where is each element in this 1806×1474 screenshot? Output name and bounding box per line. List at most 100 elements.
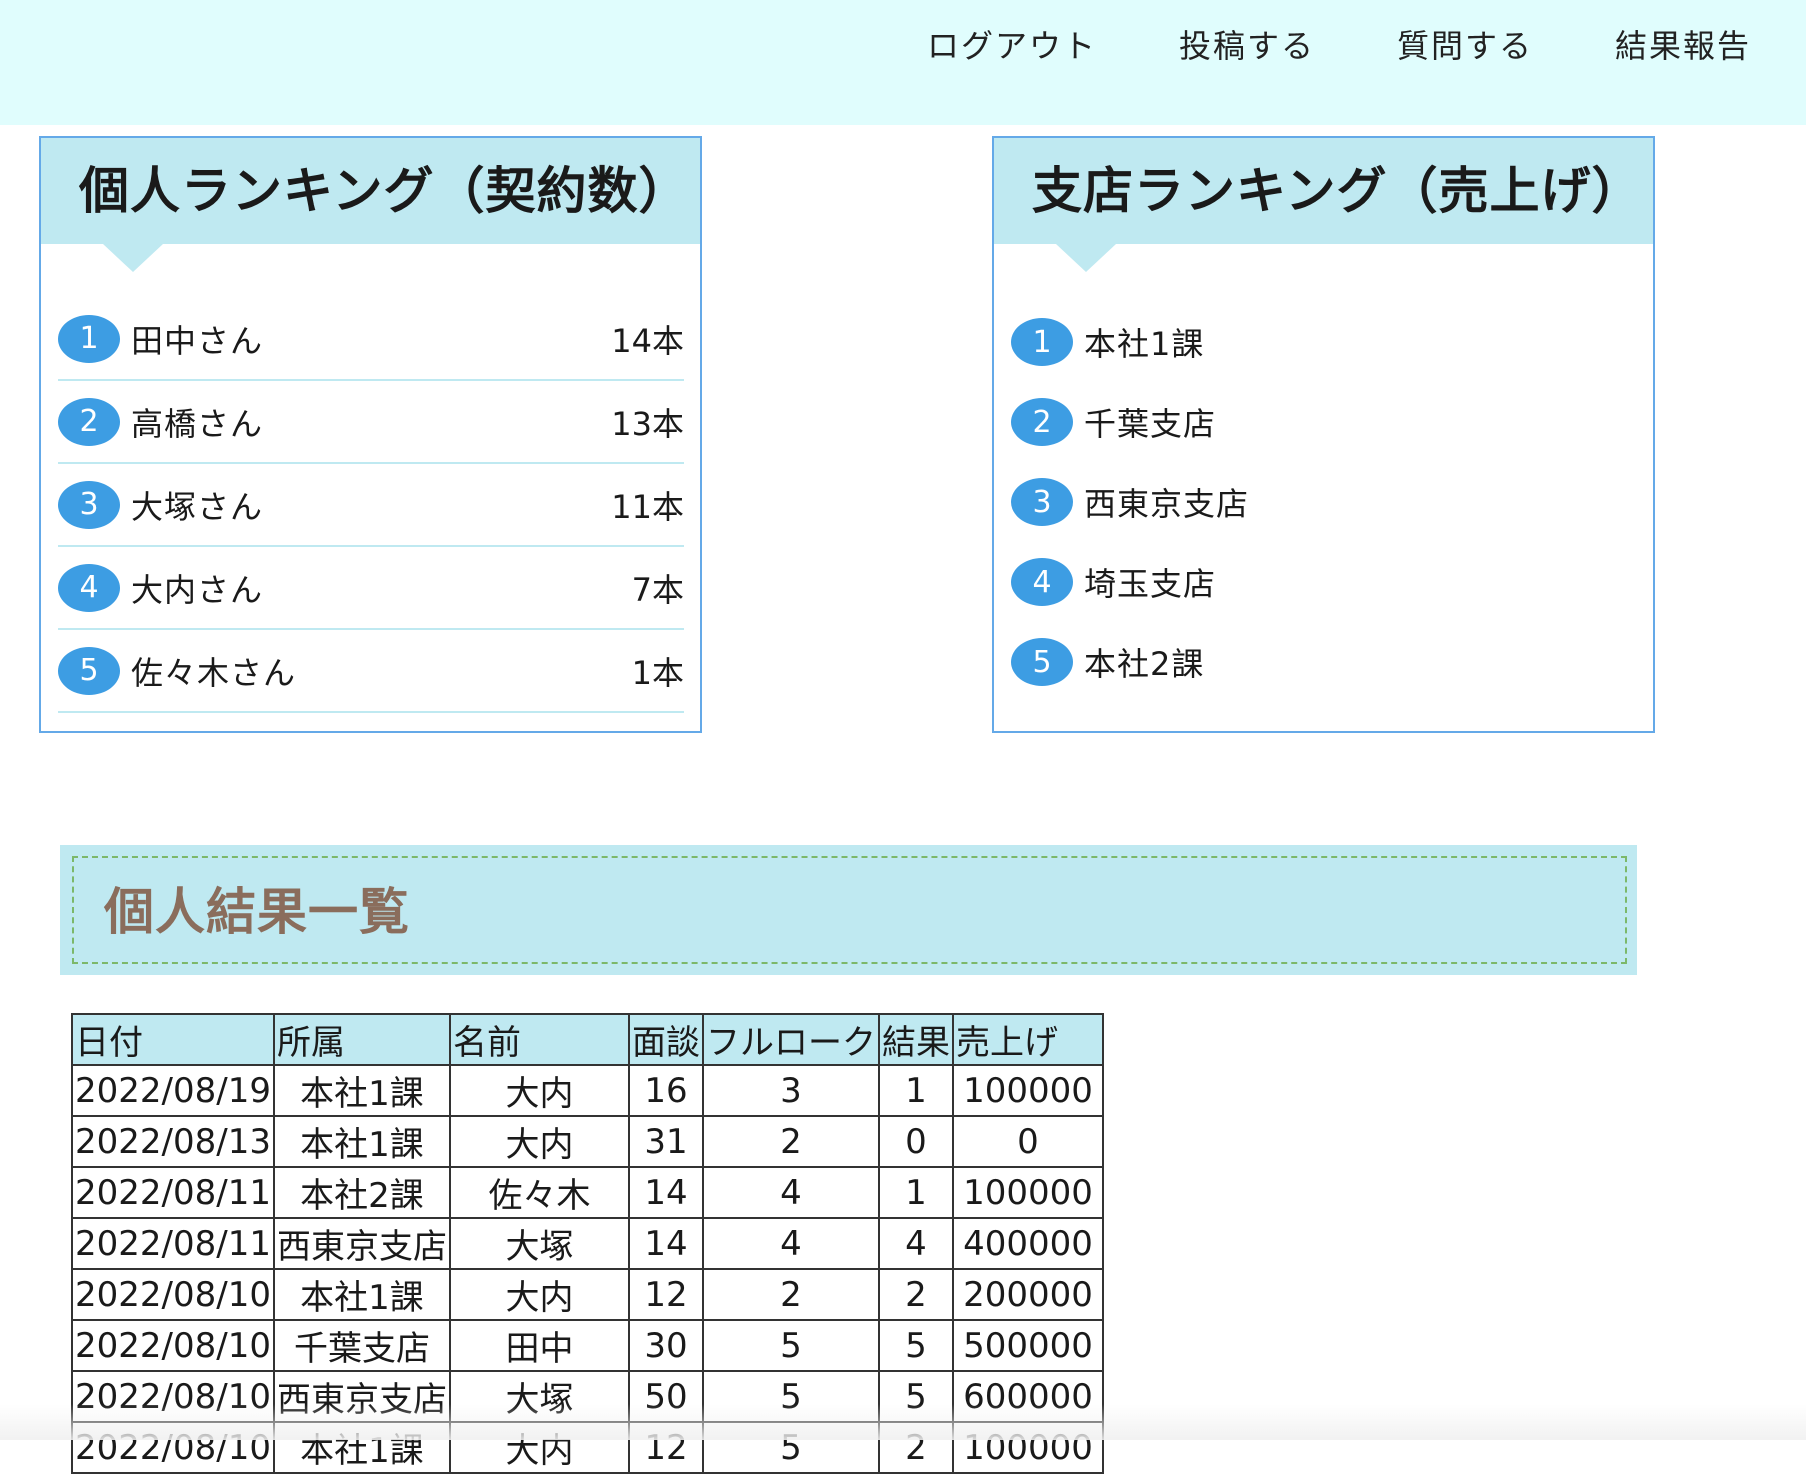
cell-branch: 本社1課 [273,1268,451,1321]
header-pointer [1056,244,1116,272]
contract-count: 13本 [611,404,684,443]
contract-count: 14本 [611,321,684,360]
cell-date: 2022/08/10 [71,1319,275,1372]
table-row: 2022/08/19 本社1課 大内 16 3 1 100000 [71,1064,1104,1117]
cell-result: 4 [878,1217,954,1270]
question-link[interactable]: 質問する [1397,0,1533,92]
cell-full-loan: 5 [702,1319,880,1372]
ranking-item: 4 大内さん 7本 [58,547,684,630]
bottom-fade-overlay [0,1404,1806,1440]
ranking-item: 4 埼玉支店 [1011,542,1637,622]
branch-name: 西東京支店 [1084,485,1250,523]
rank-badge: 5 [1011,638,1073,686]
rank-badge: 2 [58,397,120,446]
person-name: 田中さん [131,321,264,360]
personal-ranking-header: 個人ランキング（契約数） [41,138,700,244]
branch-name: 埼玉支店 [1084,565,1217,603]
cell-name: 大塚 [449,1217,630,1270]
cell-date: 2022/08/11 [71,1217,275,1270]
cell-result: 0 [878,1115,954,1168]
cell-name: 大内 [449,1115,630,1168]
cell-meetings: 30 [628,1319,704,1372]
cell-meetings: 16 [628,1064,704,1117]
result-report-link[interactable]: 結果報告 [1615,0,1751,92]
logout-link[interactable]: ログアウト [927,0,1097,92]
table-row: 2022/08/10 千葉支店 田中 30 5 5 500000 [71,1319,1104,1372]
table-row: 2022/08/11 西東京支店 大塚 14 4 4 400000 [71,1217,1104,1270]
cell-meetings: 14 [628,1217,704,1270]
branch-ranking-title: 支店ランキング（売上げ） [1032,162,1643,220]
cell-branch: 本社2課 [273,1166,451,1219]
branch-ranking-header: 支店ランキング（売上げ） [994,138,1653,244]
cell-sales: 400000 [952,1217,1104,1270]
cell-date: 2022/08/11 [71,1166,275,1219]
ranking-item: 5 本社2課 [1011,622,1637,702]
branch-name: 本社1課 [1084,325,1205,363]
person-name: 大内さん [131,570,264,609]
table-row: 2022/08/10 本社1課 大内 12 2 2 200000 [71,1268,1104,1321]
column-header-result: 結果 [878,1013,954,1066]
cell-branch: 本社1課 [273,1115,451,1168]
table-row: 2022/08/11 本社2課 佐々木 14 4 1 100000 [71,1166,1104,1219]
cell-full-loan: 2 [702,1115,880,1168]
cell-meetings: 14 [628,1166,704,1219]
column-header-full-loan: フルローク [702,1013,880,1066]
post-link[interactable]: 投稿する [1179,0,1315,92]
header-pointer [103,244,163,272]
column-header-branch: 所属 [273,1013,451,1066]
dashed-frame: 個人結果一覧 [72,856,1627,964]
contract-count: 7本 [631,570,684,609]
branch-name: 本社2課 [1084,645,1205,683]
table-row: 2022/08/13 本社1課 大内 31 2 0 0 [71,1115,1104,1168]
cell-branch: 本社1課 [273,1064,451,1117]
results-section-banner: 個人結果一覧 [60,845,1637,975]
cell-sales: 500000 [952,1319,1104,1372]
ranking-item: 2 高橋さん 13本 [58,381,684,464]
person-name: 高橋さん [131,404,264,443]
main-nav: ログアウト 投稿する 質問する 結果報告 [927,0,1806,92]
ranking-item: 1 本社1課 [1011,302,1637,382]
branch-ranking-panel: 支店ランキング（売上げ） 1 本社1課 2 千葉支店 3 西東京支店 4 埼玉支… [992,136,1655,733]
branch-name: 千葉支店 [1084,405,1217,443]
cell-name: 大内 [449,1268,630,1321]
ranking-item: 2 千葉支店 [1011,382,1637,462]
cell-name: 田中 [449,1319,630,1372]
rank-badge: 3 [1011,478,1073,526]
cell-result: 1 [878,1166,954,1219]
rank-badge: 3 [58,480,120,529]
cell-sales: 200000 [952,1268,1104,1321]
cell-name: 大内 [449,1064,630,1117]
person-name: 大塚さん [131,487,264,526]
rank-badge: 1 [1011,318,1073,366]
column-header-sales: 売上げ [952,1013,1104,1066]
rank-badge: 4 [58,563,120,612]
ranking-item: 1 田中さん 14本 [58,298,684,381]
cell-result: 5 [878,1319,954,1372]
cell-full-loan: 2 [702,1268,880,1321]
table-header-row: 日付 所属 名前 面談 フルローク 結果 売上げ [71,1013,1104,1066]
column-header-name: 名前 [449,1013,630,1066]
branch-ranking-list: 1 本社1課 2 千葉支店 3 西東京支店 4 埼玉支店 5 本社2課 [1011,302,1637,702]
cell-name: 佐々木 [449,1166,630,1219]
personal-ranking-title: 個人ランキング（契約数） [79,162,690,220]
cell-date: 2022/08/19 [71,1064,275,1117]
top-header: ログアウト 投稿する 質問する 結果報告 [0,0,1806,125]
results-section-title: 個人結果一覧 [104,883,410,941]
cell-branch: 西東京支店 [273,1217,451,1270]
rank-badge: 1 [58,314,120,363]
column-header-date: 日付 [71,1013,275,1066]
cell-branch: 千葉支店 [273,1319,451,1372]
cell-result: 1 [878,1064,954,1117]
rank-badge: 2 [1011,398,1073,446]
rank-badge: 4 [1011,558,1073,606]
cell-full-loan: 4 [702,1217,880,1270]
cell-full-loan: 3 [702,1064,880,1117]
cell-result: 2 [878,1268,954,1321]
cell-date: 2022/08/10 [71,1268,275,1321]
cell-sales: 100000 [952,1166,1104,1219]
ranking-item: 3 大塚さん 11本 [58,464,684,547]
rank-badge: 5 [58,646,120,695]
cell-sales: 100000 [952,1064,1104,1117]
person-name: 佐々木さん [131,653,297,692]
contract-count: 11本 [611,487,684,526]
